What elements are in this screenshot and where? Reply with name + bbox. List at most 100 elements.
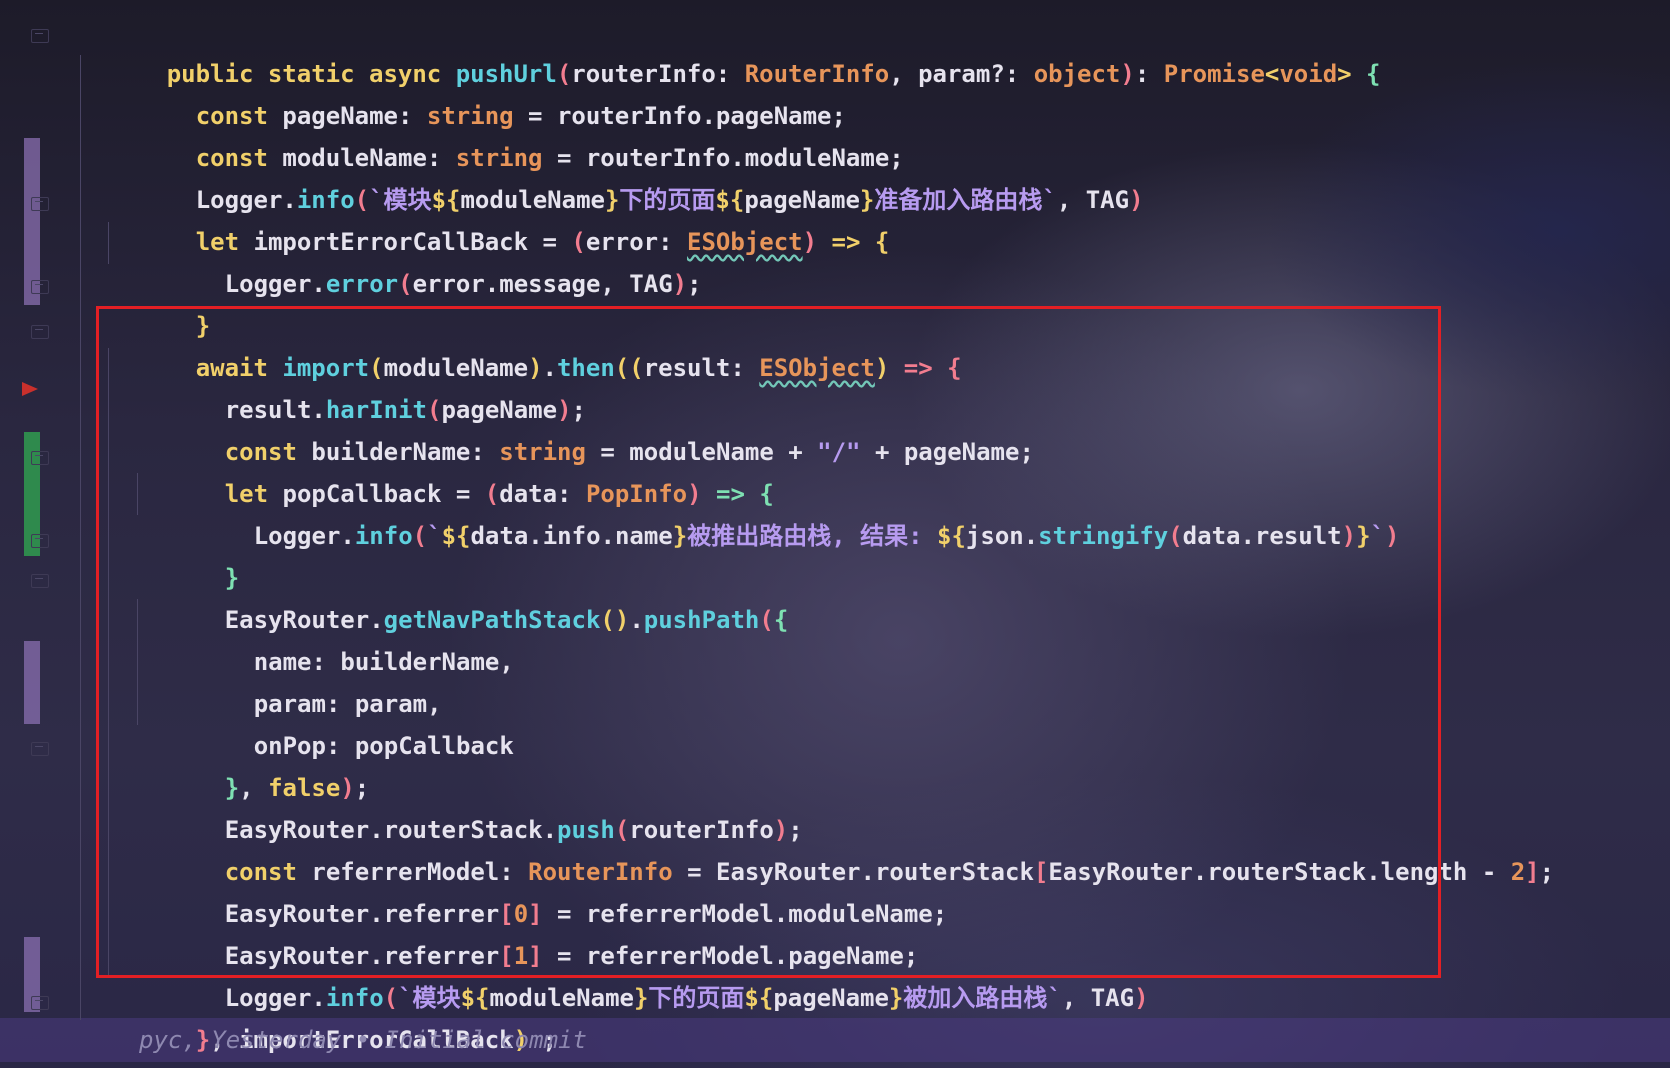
indent-guide (80, 55, 81, 1020)
number-literal: 2 (1510, 858, 1526, 886)
code-line-7[interactable]: } (109, 263, 210, 340)
punctuation: ( (398, 270, 413, 298)
punctuation: ) (1129, 186, 1144, 214)
function-name: error (325, 270, 399, 298)
code-text: data.info.name (470, 522, 673, 550)
string: 被推出路由栈, 结果: (687, 522, 938, 550)
punctuation: > (1337, 60, 1352, 88)
string: ` (427, 522, 442, 550)
code-text: result: (643, 354, 760, 382)
string: ` (1370, 522, 1385, 550)
punctuation: { (773, 606, 789, 634)
code-text: : (1134, 60, 1164, 88)
code-line-13[interactable]: } (138, 515, 239, 592)
code-line-23[interactable]: Logger.info(`模块${moduleName}下的页面${pageNa… (138, 935, 1149, 1012)
punctuation: ) (1120, 60, 1135, 88)
breakpoint-flag-icon[interactable] (22, 382, 38, 396)
code-line-14[interactable]: EasyRouter.getNavPathStack().pushPath({ (138, 557, 789, 634)
fold-icon[interactable] (31, 451, 49, 465)
code-line-11[interactable]: let popCallback = (data: PopInfo) => { (138, 431, 774, 508)
type-name: Promise (1163, 60, 1265, 88)
code-text: data.result (1182, 522, 1342, 550)
punctuation: () (600, 606, 630, 634)
fold-end-icon[interactable] (31, 742, 49, 756)
function-name: info (354, 522, 413, 550)
code-line-9[interactable]: result.harInit(pageName); (138, 347, 586, 424)
modified-lines-marker[interactable] (24, 641, 40, 724)
code-line-16[interactable]: param: param, (167, 641, 442, 718)
punctuation: => { (889, 354, 962, 382)
punctuation: [ (1033, 858, 1049, 886)
template-delimiter: ${ (441, 522, 471, 550)
punctuation: { (1351, 60, 1381, 88)
code-text: , TAG (1056, 186, 1130, 214)
code-line-12[interactable]: Logger.info(`${data.info.name}被推出路由栈, 结果… (167, 473, 1400, 550)
code-text: ; (687, 270, 702, 298)
code-line-20[interactable]: const referrerModel: RouterInfo = EasyRo… (138, 809, 1554, 886)
punctuation: ) (1134, 984, 1149, 1012)
fold-end-icon[interactable] (31, 996, 49, 1010)
editor-gutter (0, 0, 60, 1068)
code-line-22[interactable]: EasyRouter.referrer[1] = referrerModel.p… (138, 893, 919, 970)
function-name: stringify (1038, 522, 1169, 550)
code-line-2[interactable]: const pageName: string = routerInfo.page… (109, 53, 846, 130)
code-text: Logger. (253, 522, 355, 550)
punctuation: (( (614, 354, 644, 382)
code-text: ; (1539, 858, 1555, 886)
type-name: void (1279, 60, 1338, 88)
code-line-3[interactable]: const moduleName: string = routerInfo.mo… (109, 95, 904, 172)
fold-end-icon[interactable] (31, 280, 49, 294)
code-text: pageName (773, 984, 889, 1012)
string: "/" (817, 438, 861, 466)
string: 下的页面 (648, 984, 745, 1012)
code-text: error.message, TAG (412, 270, 673, 298)
template-delimiter: ${ (937, 522, 966, 550)
code-text: , param?: (889, 60, 1034, 88)
punctuation: ) (1341, 522, 1357, 550)
template-delimiter: ${ (744, 984, 774, 1012)
punctuation: ) (802, 228, 818, 256)
punctuation: ] (1525, 858, 1540, 886)
function-name: pushPath (643, 606, 760, 634)
punctuation: ) (874, 354, 890, 382)
fold-icon[interactable] (31, 325, 49, 339)
code-line-24[interactable]: }, importErrorCallBack) ; (109, 977, 557, 1054)
code-line-21[interactable]: EasyRouter.referrer[0] = referrerModel.m… (138, 851, 947, 928)
fold-end-icon[interactable] (31, 534, 49, 548)
code-text: . (629, 606, 644, 634)
punctuation: ( (412, 522, 428, 550)
punctuation: ) (672, 270, 688, 298)
template-delimiter: } (1356, 522, 1371, 550)
string: 被加入路由栈` (903, 984, 1062, 1012)
code-line-8[interactable]: await import(moduleName).then((result: E… (109, 305, 962, 382)
code-line-18[interactable]: }, false); (138, 725, 370, 802)
code-line-4[interactable]: Logger.info(`模块${moduleName}下的页面${pageNa… (109, 137, 1144, 214)
code-line-5[interactable]: let importErrorCallBack = (error: ESObje… (109, 179, 890, 256)
punctuation: < (1264, 60, 1280, 88)
code-editor[interactable]: public static async pushUrl(routerInfo: … (0, 0, 1670, 1068)
punctuation: ( (1168, 522, 1183, 550)
type-name: object (1033, 60, 1121, 88)
string: 准备加入路由栈` (874, 186, 1057, 214)
template-delimiter: } (633, 984, 649, 1012)
punctuation: ( (759, 606, 774, 634)
code-line-1[interactable]: public static async pushUrl(routerInfo: … (80, 11, 1381, 88)
fold-icon[interactable] (31, 29, 49, 43)
code-line-6[interactable]: Logger.error(error.message, TAG); (138, 221, 702, 298)
code-text: Logger. (224, 270, 326, 298)
type-name-warning[interactable]: ESObject (759, 354, 875, 382)
code-line-17[interactable]: onPop: popCallback (167, 683, 514, 760)
punctuation: => { (817, 228, 890, 256)
git-blame-annotation[interactable]: pyc, Yesterday • Initial commit (139, 1018, 587, 1062)
type-name-warning[interactable]: ESObject (687, 228, 803, 256)
fold-icon[interactable] (31, 197, 49, 211)
code-text: + pageName; (860, 438, 1034, 466)
code-line-10[interactable]: const builderName: string = moduleName +… (138, 389, 1034, 466)
code-line-15[interactable]: name: builderName, (167, 599, 514, 676)
fold-icon[interactable] (31, 574, 49, 588)
code-text: , TAG (1061, 984, 1135, 1012)
code-text: EasyRouter.routerStack.length - (1048, 858, 1511, 886)
template-delimiter: } (888, 984, 904, 1012)
code-line-19[interactable]: EasyRouter.routerStack.push(routerInfo); (138, 767, 803, 844)
template-delimiter: } (672, 522, 688, 550)
